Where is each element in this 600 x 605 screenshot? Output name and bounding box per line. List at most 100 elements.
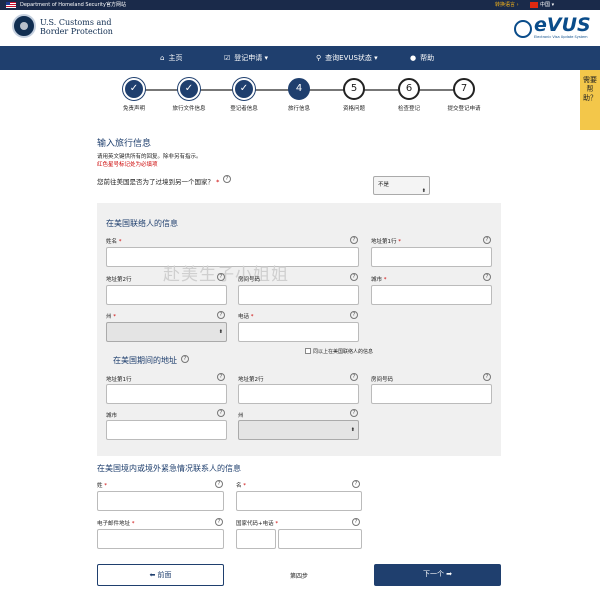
nav-register[interactable]: ☑ 登记申请 ▾ (224, 46, 268, 70)
help-icon[interactable]: ? (181, 355, 189, 363)
step-7: 7 提交登记申请 (434, 78, 494, 112)
step-number: 7 (453, 78, 475, 100)
us-flag-icon (6, 2, 16, 8)
stay-state-select[interactable]: ⬍ (238, 420, 359, 440)
stay-addr1-input[interactable] (106, 384, 227, 404)
contact-addr1-label: 地址第1行 * (371, 237, 401, 245)
contact-city-input[interactable] (371, 285, 492, 305)
contact-name-label: 姓名 * (106, 237, 122, 245)
nav-help[interactable]: ● 帮助 (410, 46, 434, 70)
stay-room-label: 房间号码 (371, 377, 394, 383)
help-icon[interactable]: ? (350, 236, 358, 244)
step-number: 5 (343, 78, 365, 100)
contact-addr2-input[interactable] (106, 285, 227, 305)
stay-addr1-label: 地址第1行 (106, 377, 132, 383)
stay-room-input[interactable] (371, 384, 492, 404)
contact-addr1-input[interactable] (371, 247, 492, 267)
required-mark: * (131, 521, 135, 527)
step-3: ✓ 登记者信息 (214, 78, 274, 112)
progress-steps: ✓ 免责声明 ✓ 旅行文件信息 ✓ 登记者信息 4 旅行信息 5 资格问题 6 检查登记 7… (0, 70, 600, 120)
chevron-updown-icon: ⬍ (421, 187, 426, 194)
transit-question: 您前往美国是否为了过境到另一个国家？ * (97, 176, 219, 186)
step-1: ✓ 免责声明 (104, 78, 164, 112)
stay-addr2-label: 地址第2行 (238, 377, 264, 383)
step-4: 4 旅行信息 (269, 78, 329, 112)
help-icon[interactable]: ? (350, 373, 358, 381)
stay-state-label: 州 (238, 413, 244, 419)
help-icon[interactable]: ? (215, 480, 223, 488)
required-mark: * (275, 521, 279, 527)
change-language-link[interactable]: 转换语言 › (495, 0, 519, 10)
step-label: 免责声明 (122, 106, 145, 112)
contact-phone-label: 电话 * (238, 312, 254, 320)
help-icon[interactable]: ? (350, 311, 358, 319)
contact-room-input[interactable] (238, 285, 359, 305)
dhs-link[interactable]: Department of Homeland Security官方网站 (20, 0, 126, 10)
contact-room-label: 房间号码 (238, 277, 261, 283)
dhs-seal-icon (12, 14, 36, 38)
search-icon: ⚲ (316, 54, 322, 62)
emergency-phone-input[interactable] (278, 529, 362, 549)
contact-name-text: 姓名 (106, 239, 118, 245)
step-label: 登记者信息 (230, 106, 258, 112)
transit-select[interactable]: 不是 ⬍ (373, 176, 430, 195)
help-icon[interactable]: ? (352, 480, 360, 488)
transit-select-value: 不是 (378, 182, 390, 188)
nav-check-status[interactable]: ⚲ 查询EVUS状态 ▾ (316, 46, 378, 70)
contact-city-text: 城市 (371, 277, 383, 283)
nav-register-label: 登记申请 ▾ (234, 54, 269, 62)
previous-button[interactable]: ⬅ 前面 (97, 564, 224, 586)
emergency-surname-input[interactable] (97, 491, 224, 511)
page-title: 输入旅行信息 (97, 139, 152, 149)
help-icon[interactable]: ? (217, 373, 225, 381)
help-icon[interactable]: ? (223, 175, 231, 183)
chevron-updown-icon: ⬍ (350, 427, 355, 433)
watermark: 赴美生子小姐姐 (163, 265, 289, 285)
step-label: 检查登记 (397, 106, 420, 112)
help-icon[interactable]: ? (215, 518, 223, 526)
help-icon[interactable]: ? (217, 311, 225, 319)
help-icon[interactable]: ? (483, 236, 491, 244)
nav-home[interactable]: ⌂ 主页 (160, 46, 182, 70)
evus-logo-subtitle: Electronic Visa Update System (534, 35, 588, 39)
need-help-tab[interactable]: 需要帮助？ (580, 70, 600, 130)
help-icon[interactable]: ? (352, 518, 360, 526)
help-icon[interactable]: ? (217, 273, 225, 281)
language-select[interactable]: 中国 ▾ (540, 0, 554, 10)
step-label: 旅行文件信息 (172, 106, 206, 112)
edit-icon: ☑ (224, 54, 231, 62)
chevron-updown-icon: ⬍ (218, 329, 223, 335)
stay-section-title: 在美国期间的地址 (113, 356, 177, 365)
stay-addr2-input[interactable] (238, 384, 359, 404)
help-icon[interactable]: ? (483, 373, 491, 381)
emergency-section-title: 在美国境内或境外紧急情况联系人的信息 (97, 464, 241, 473)
contact-addr2-label: 地址第2行 (106, 277, 132, 283)
emergency-surname-text: 姓 (97, 483, 103, 489)
required-mark: * (398, 239, 401, 245)
emergency-given-input[interactable] (236, 491, 362, 511)
emergency-email-input[interactable] (97, 529, 224, 549)
contact-state-text: 州 (106, 314, 112, 320)
help-icon[interactable]: ? (350, 409, 358, 417)
required-mark: * (383, 277, 387, 283)
evus-logo[interactable]: eVUS Electronic Visa Update System (512, 12, 592, 44)
emergency-phone-label: 国家代码+电话 * (236, 519, 278, 527)
step-label: 资格问题 (342, 106, 365, 112)
next-button[interactable]: 下一个 ➡ (374, 564, 501, 586)
evus-logo-text: eVUS (534, 14, 591, 36)
same-as-label: 同以上在美国联络人的信息 (313, 349, 374, 355)
emergency-country-code-input[interactable] (236, 529, 276, 549)
help-icon[interactable]: ? (350, 273, 358, 281)
required-mark: * (118, 239, 122, 245)
contact-phone-input[interactable] (238, 322, 359, 342)
help-icon[interactable]: ? (217, 409, 225, 417)
required-mark: * (250, 314, 254, 320)
step-6: 6 检查登记 (379, 78, 439, 112)
same-as-checkbox[interactable] (305, 348, 311, 354)
contact-state-select[interactable]: ⬍ (106, 322, 227, 342)
agency-line1: U.S. Customs and (40, 18, 112, 27)
step-number: 4 (288, 78, 310, 100)
help-icon[interactable]: ? (483, 273, 491, 281)
stay-city-input[interactable] (106, 420, 227, 440)
main-nav: ⌂ 主页 ☑ 登记申请 ▾ ⚲ 查询EVUS状态 ▾ ● 帮助 (0, 46, 600, 70)
